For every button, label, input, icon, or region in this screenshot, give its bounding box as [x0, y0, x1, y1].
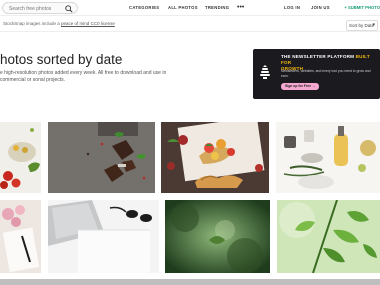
tomatoes-salad-icon [0, 122, 41, 193]
nav-all-photos[interactable]: ALL PHOTOS [168, 0, 198, 16]
photo-tile[interactable] [276, 122, 380, 193]
ad-body: Newsletters, websites, and every tool yo… [281, 69, 371, 78]
photo-tile[interactable] [0, 122, 41, 193]
search-box[interactable]: Search free photos [2, 2, 78, 14]
nav-categories[interactable]: CATEGORIES [129, 0, 159, 16]
login-link[interactable]: LOG IN [284, 0, 300, 16]
nav-trending[interactable]: TRENDING [205, 0, 229, 16]
chocolate-mint-icon [48, 122, 155, 193]
photo-tile[interactable] [277, 200, 380, 273]
beehive-logo-icon [260, 65, 270, 79]
license-bar: StockSnap images include a peace of mind… [0, 18, 380, 32]
sort-value: Sort by Date [349, 23, 375, 28]
laptop-sunglasses-icon [48, 200, 159, 273]
green-bokeh-plant-icon [165, 200, 270, 273]
photo-tile[interactable] [48, 122, 155, 193]
photo-tile[interactable] [0, 200, 41, 273]
search-input[interactable]: Search free photos [9, 4, 51, 14]
salt-rosemary-oil-icon [276, 122, 380, 193]
page-title: hotos sorted by date [0, 52, 123, 67]
search-icon[interactable] [64, 4, 74, 14]
license-text: StockSnap images include a peace of mind… [3, 21, 115, 26]
top-navigation-bar: Search free photos CATEGORIES ALL PHOTOS… [0, 0, 380, 16]
roses-notebook-icon [0, 200, 41, 273]
bruschetta-bread-icon [161, 122, 269, 193]
page-description: e high-resolution photos added every wee… [0, 70, 167, 83]
license-link[interactable]: peace of mind CC0 license [61, 21, 115, 26]
green-leaves-icon [277, 200, 380, 273]
join-link[interactable]: JOIN US [311, 0, 330, 16]
photo-tile[interactable] [48, 200, 159, 273]
submit-photo-link[interactable]: + SUBMIT PHOTO [344, 0, 380, 16]
photo-tile[interactable] [165, 200, 270, 273]
bottom-scroll-shade [0, 279, 380, 285]
photo-tile[interactable] [161, 122, 269, 193]
ad-card[interactable]: THE NEWSLETTER PLATFORM BUILT FOR GROWTH… [253, 49, 380, 99]
chevron-down-icon: ▾ [372, 22, 375, 28]
nav-more-menu[interactable]: ••• [237, 0, 244, 16]
sort-select[interactable]: Sort by Date ▾ [346, 20, 378, 31]
ad-signup-button[interactable]: Sign up for Free → [281, 83, 320, 90]
